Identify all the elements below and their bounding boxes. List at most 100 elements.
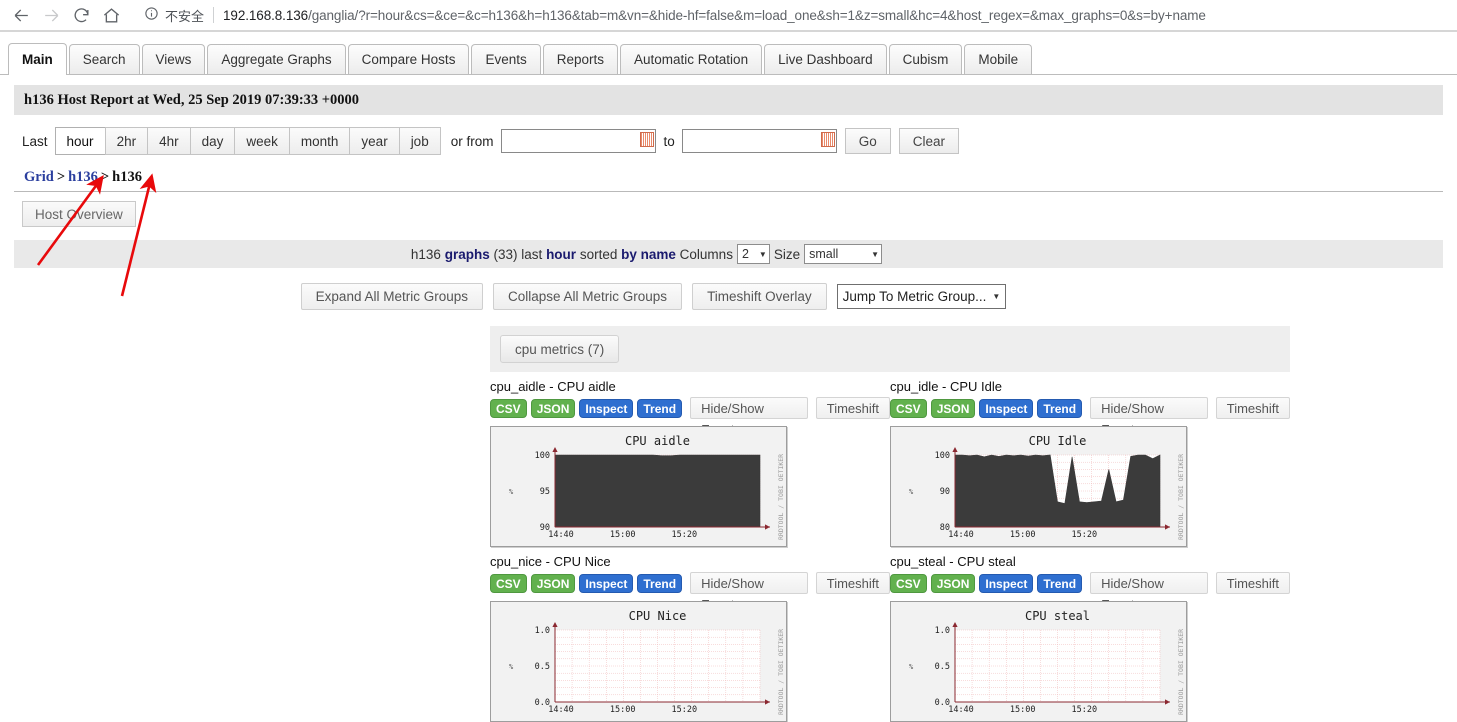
columns-label: Columns xyxy=(679,246,733,262)
graph-cell: cpu_nice - CPU Nice CSV JSON Inspect Trend Hi… xyxy=(490,547,890,722)
tab-compare-hosts[interactable]: Compare Hosts xyxy=(347,44,470,74)
last-label: Last xyxy=(22,133,48,149)
metric-graph[interactable]: CPU Idle 80 90 100 14:40 15:00 15:20% RRDTOOL /… xyxy=(890,426,1187,547)
svg-text:0.5: 0.5 xyxy=(535,662,550,672)
timeshift-button[interactable]: Timeshift xyxy=(815,397,890,419)
range-button-group: hour 2hr 4hr day week month year job xyxy=(54,127,441,155)
csv-button[interactable]: CSV xyxy=(490,573,527,593)
breadcrumb-divider xyxy=(14,191,1443,192)
timeshift-button[interactable]: Timeshift xyxy=(1215,572,1290,594)
graphbar-last-word: last xyxy=(521,246,543,262)
svg-text:0.5: 0.5 xyxy=(935,662,950,672)
tab-reports[interactable]: Reports xyxy=(542,44,619,74)
svg-text:1.0: 1.0 xyxy=(935,626,950,636)
range-button-4hr[interactable]: 4hr xyxy=(147,127,191,155)
columns-value: 2 xyxy=(741,247,749,261)
reload-icon[interactable] xyxy=(66,1,96,29)
svg-text:CPU steal: CPU steal xyxy=(1025,609,1090,623)
range-button-week[interactable]: week xyxy=(234,127,290,155)
timeshift-button[interactable]: Timeshift xyxy=(815,572,890,594)
host-overview-tab[interactable]: Host Overview xyxy=(22,201,136,227)
range-button-month[interactable]: month xyxy=(288,127,351,155)
trend-button[interactable]: Trend xyxy=(1037,573,1083,593)
breadcrumb: Grid > h136 > h136 xyxy=(24,169,1457,186)
breadcrumb-grid-link[interactable]: Grid xyxy=(24,169,54,185)
security-label: 不安全 xyxy=(165,8,205,24)
jump-to-metric-group-select[interactable]: Jump To Metric Group... ▼ xyxy=(836,284,1007,309)
svg-text:14:40: 14:40 xyxy=(548,530,574,540)
range-button-day[interactable]: day xyxy=(189,127,236,155)
breadcrumb-cluster-link[interactable]: h136 xyxy=(68,169,98,185)
calendar-icon[interactable] xyxy=(640,132,655,147)
tab-search[interactable]: Search xyxy=(68,44,140,74)
tab-mobile[interactable]: Mobile xyxy=(964,44,1033,74)
breadcrumb-separator: > xyxy=(100,169,110,185)
trend-button[interactable]: Trend xyxy=(637,398,683,418)
hide-show-events-button[interactable]: Hide/Show Events xyxy=(690,572,808,612)
home-icon[interactable] xyxy=(96,1,126,29)
columns-select[interactable]: 2 ▼ xyxy=(736,244,770,264)
breadcrumb-host-current[interactable]: h136 xyxy=(112,169,142,185)
metric-label: cpu_steal - CPU steal xyxy=(890,554,1016,569)
from-date-input[interactable] xyxy=(501,129,657,153)
range-button-job[interactable]: job xyxy=(398,127,441,155)
metric-action-row: CSVJSONInspectTrend Hide/Show Events Times… xyxy=(490,397,890,437)
hide-show-events-button[interactable]: Hide/Show Events xyxy=(1090,397,1208,437)
svg-text:90: 90 xyxy=(940,487,950,497)
metric-graph[interactable]: CPU aidle 90 95 100 14:40 15:00 15:20% RRDTOOL … xyxy=(490,426,787,547)
csv-button[interactable]: CSV xyxy=(490,398,527,418)
hide-show-events-button[interactable]: Hide/Show Events xyxy=(690,397,808,437)
ganglia-page: Main Search Views Aggregate Graphs Compare H… xyxy=(0,43,1457,722)
svg-text:CPU Idle: CPU Idle xyxy=(1029,434,1087,448)
back-arrow-icon[interactable] xyxy=(6,1,36,29)
inspect-button[interactable]: Inspect xyxy=(579,398,634,418)
collapse-all-metric-groups-button[interactable]: Collapse All Metric Groups xyxy=(493,283,683,310)
to-date-input[interactable] xyxy=(681,129,837,153)
clear-button[interactable]: Clear xyxy=(898,128,960,154)
go-button[interactable]: Go xyxy=(844,128,891,154)
forward-arrow-icon[interactable] xyxy=(36,1,66,29)
timeshift-overlay-button[interactable]: Timeshift Overlay xyxy=(692,283,827,310)
tab-live-dashboard[interactable]: Live Dashboard xyxy=(764,44,887,74)
chevron-down-icon: ▼ xyxy=(871,249,880,259)
size-select[interactable]: small ▼ xyxy=(804,244,883,264)
svg-text:CPU Nice: CPU Nice xyxy=(629,609,687,623)
url-bar[interactable]: 不安全 192.168.8.136/ganglia/?r=hour&cs=&ce… xyxy=(136,1,1451,29)
inspect-button[interactable]: Inspect xyxy=(579,573,634,593)
svg-text:100: 100 xyxy=(535,451,550,461)
trend-button[interactable]: Trend xyxy=(637,573,683,593)
range-button-2hr[interactable]: 2hr xyxy=(104,127,149,155)
size-label: Size xyxy=(773,246,801,262)
inspect-button[interactable]: Inspect xyxy=(979,398,1034,418)
expand-all-metric-groups-button[interactable]: Expand All Metric Groups xyxy=(300,283,483,310)
or-from-label: or from xyxy=(450,133,494,149)
json-button[interactable]: JSON xyxy=(930,398,976,418)
metric-graph[interactable]: CPU Nice 0.0 0.5 1.0 14:40 15:00 15:20% RRDTOOL… xyxy=(490,601,787,722)
hide-show-events-button[interactable]: Hide/Show Events xyxy=(1090,572,1208,612)
csv-button[interactable]: CSV xyxy=(890,398,927,418)
tab-automatic-rotation[interactable]: Automatic Rotation xyxy=(620,44,763,74)
tab-cubism[interactable]: Cubism xyxy=(888,44,963,74)
csv-button[interactable]: CSV xyxy=(890,573,927,593)
inspect-button[interactable]: Inspect xyxy=(979,573,1034,593)
tab-main[interactable]: Main xyxy=(8,43,67,75)
range-button-year[interactable]: year xyxy=(349,127,400,155)
tab-events[interactable]: Events xyxy=(471,44,541,74)
json-button[interactable]: JSON xyxy=(530,398,576,418)
trend-button[interactable]: Trend xyxy=(1037,398,1083,418)
json-button[interactable]: JSON xyxy=(930,573,976,593)
metric-group-tab-cpu[interactable]: cpu metrics (7) xyxy=(500,335,620,363)
page-title: h136 Host Report at Wed, 25 Sep 2019 07:… xyxy=(14,85,1443,115)
json-button[interactable]: JSON xyxy=(530,573,576,593)
svg-text:15:20: 15:20 xyxy=(1072,530,1098,540)
calendar-icon[interactable] xyxy=(820,132,835,147)
jump-label: Jump To Metric Group... xyxy=(842,289,987,304)
tab-views[interactable]: Views xyxy=(141,44,206,74)
range-button-hour[interactable]: hour xyxy=(54,127,106,155)
metric-graph[interactable]: CPU steal 0.0 0.5 1.0 14:40 15:00 15:20% RRDTOO… xyxy=(890,601,1187,722)
security-status[interactable]: 不安全 xyxy=(144,6,204,25)
url-text: 192.168.8.136/ganglia/?r=hour&cs=&ce=&c=… xyxy=(223,8,1206,23)
svg-text:RRDTOOL / TOBI OETIKER: RRDTOOL / TOBI OETIKER xyxy=(1177,454,1185,540)
tab-aggregate-graphs[interactable]: Aggregate Graphs xyxy=(207,44,346,74)
timeshift-button[interactable]: Timeshift xyxy=(1215,397,1290,419)
